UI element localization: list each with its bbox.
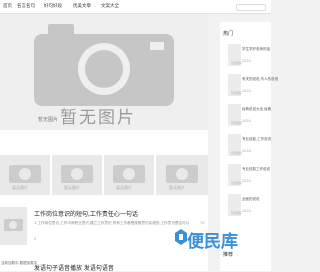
sidebar-item[interactable]: 暂无图片 经典说说大全,经典 2024-	[226, 104, 271, 132]
sidebar-thumb-label: 暂无图片	[231, 211, 243, 215]
sidebar-item[interactable]: 暂无图片 全面的说说 2024-	[226, 194, 271, 222]
thumb-4[interactable]: 暂无图片	[156, 155, 208, 195]
sidebar-thumb-label: 暂无图片	[231, 151, 243, 155]
camera-icon	[4, 219, 23, 231]
thumb-3-label: 暂无图片	[116, 185, 132, 190]
article-views: 76	[200, 221, 205, 225]
top-nav-bar: 首页 名言名句 好句好段 优美文章 文案大全	[0, 0, 271, 14]
sidebar-item[interactable]: 暂无图片 专业技能工作说说 2024-	[226, 164, 271, 192]
sidebar-item-title: 学生学好老师的话	[242, 47, 270, 51]
sidebar-item-title: 专业技能工作说说	[242, 167, 270, 171]
article-excerpt: 1.工作岗位意识,工作中有职业意识,建立工作意识,所有工作都是按照意识实施的,工…	[34, 221, 190, 225]
nav-home[interactable]: 首页	[3, 3, 12, 9]
logo-mark-icon	[175, 229, 187, 245]
article-meta: 0	[34, 237, 37, 241]
sidebar-item-title: 有关的说说,写人的说说	[242, 77, 279, 81]
nav-quotes[interactable]: 名言名句	[17, 3, 35, 9]
hero-caption: 暂无图片	[38, 117, 59, 123]
sidebar-item-date: 2024-	[242, 209, 252, 213]
sidebar-thumb-label: 暂无图片	[231, 121, 243, 125]
sidebar-item-title: 全面的说说	[242, 197, 260, 201]
thumb-1[interactable]: 暂无图片	[0, 155, 50, 195]
sidebar-thumb-label: 暂无图片	[231, 181, 243, 185]
sidebar-item-title: 专业技能,工作说说	[242, 137, 272, 141]
search-input[interactable]	[236, 4, 266, 11]
article-title[interactable]: 工作岗位意识的短句,工作责任心一句话	[34, 209, 138, 218]
sidebar-item-date: 2024-	[242, 119, 252, 123]
thumb-3[interactable]: 暂无图片	[104, 155, 154, 195]
thumb-4-label: 暂无图片	[169, 185, 185, 190]
sidebar-item-date: 2024-	[242, 149, 252, 153]
thumb-1-label: 暂无图片	[12, 185, 28, 190]
nav-copywriting[interactable]: 文案大全	[101, 3, 119, 9]
sidebar-thumb-label: 暂无图片	[231, 61, 243, 65]
hero-placeholder-title: 暂无图片	[60, 108, 136, 128]
sidebar-item[interactable]: 暂无图片 学生学好老师的话 2024-	[226, 44, 271, 72]
nav-articles[interactable]: 优美文章	[73, 3, 91, 9]
sidebar-item[interactable]: 暂无图片 有关的说说,写人的说说 2024-	[226, 74, 278, 102]
sidebar-item-date: 2024-	[242, 59, 252, 63]
sidebar-footer-heading: 推荐	[223, 252, 234, 258]
sidebar-thumb-label: 暂无图片	[231, 91, 243, 95]
sidebar-item[interactable]: 暂无图片 专业技能,工作说说 2024-	[226, 134, 271, 162]
sidebar-item-title: 经典说说大全,经典	[242, 107, 272, 111]
thumb-2-label: 暂无图片	[64, 185, 80, 190]
sidebar-item-date: 2024-	[242, 89, 252, 93]
article-thumb[interactable]	[0, 207, 27, 245]
nav-good-sentences[interactable]: 好句好段	[44, 3, 62, 9]
bottom-note: 当前加载中,数据加载中	[1, 261, 38, 265]
sidebar-item-date: 2024-	[242, 179, 252, 183]
sidebar-heading: 热门	[223, 31, 234, 37]
thumb-2[interactable]: 暂无图片	[52, 155, 102, 195]
site-logo-text: 便民库	[187, 232, 238, 252]
